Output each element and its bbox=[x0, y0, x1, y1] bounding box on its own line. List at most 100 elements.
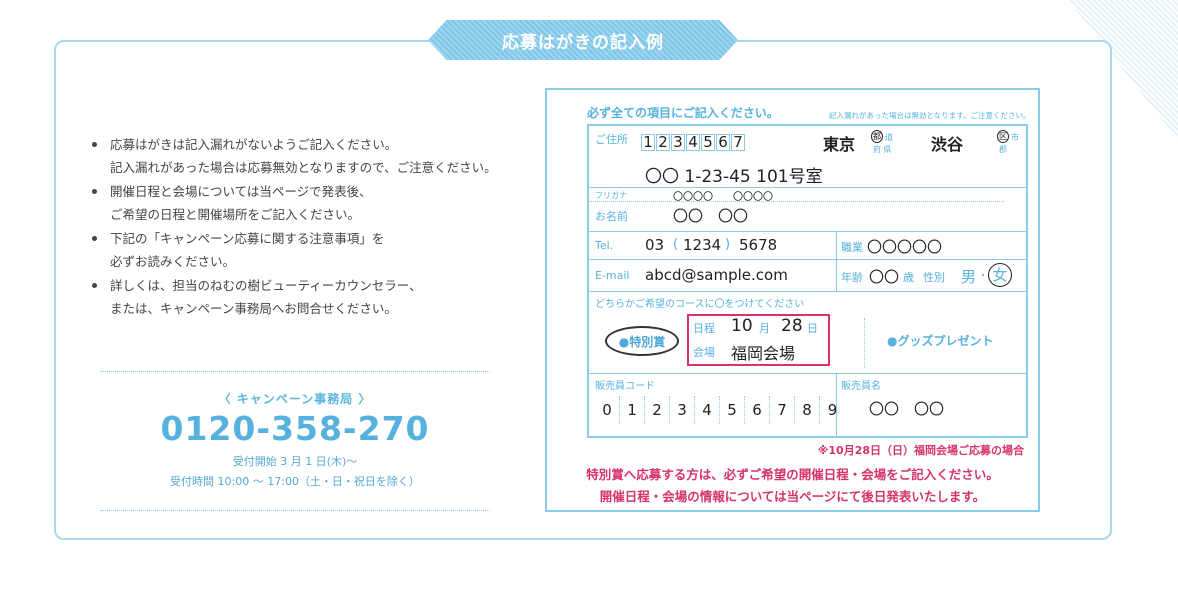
course-label: どちらかご希望のコースに〇をつけてください bbox=[595, 299, 805, 310]
list-item: 下記の「キャンペーン応募に関する注意事項」を 必ずお読みください。 bbox=[92, 227, 532, 273]
address-label: ご住所 bbox=[595, 133, 628, 146]
seller-code-digit: 7 bbox=[770, 396, 795, 424]
tel-label: Tel. bbox=[595, 239, 614, 252]
list-item: 開催日程と会場については当ページで発表後、 ご希望の日程と開催場所をご記入ください… bbox=[92, 180, 532, 226]
phone-number[interactable]: 0120-358-270 bbox=[100, 409, 490, 448]
warning-line: 特別賞へ応募する方は、必ずご希望の開催日程・会場をご記入ください。 bbox=[586, 467, 999, 482]
address-line: 〇〇 1-23-45 101号室 bbox=[645, 167, 823, 187]
prefecture-suffix-selected: 都 bbox=[871, 130, 883, 143]
note-line: 下記の「キャンペーン応募に関する注意事項」を bbox=[110, 231, 385, 246]
event-month: 10 bbox=[731, 316, 753, 336]
tel-part: 03 bbox=[645, 236, 665, 254]
seller-code-digit: 5 bbox=[720, 396, 745, 424]
seller-code-digit: 1 bbox=[620, 396, 645, 424]
postcard-example: 必ず全ての項目にご記入ください。 記入漏れがあった場合は無効となります。ご注意く… bbox=[545, 88, 1040, 512]
name-row: フリガナ 〇〇〇〇 〇〇〇〇 お名前 〇〇 〇〇 bbox=[589, 188, 1026, 232]
tel-divider bbox=[836, 232, 837, 259]
event-detail-box: 日程 10 月 28 日 会場 福岡会場 bbox=[687, 314, 830, 366]
zip-digit: 5 bbox=[701, 134, 715, 151]
job-value: 〇〇〇〇〇 bbox=[867, 238, 943, 256]
seller-code-digit: 8 bbox=[795, 396, 820, 424]
month-unit: 月 bbox=[759, 322, 770, 335]
city-suffix-selected: 区 bbox=[997, 130, 1009, 143]
seller-code-digit: 9 bbox=[827, 401, 838, 419]
seller-code: 0 1 2 3 4 5 6 7 8 9 bbox=[595, 396, 845, 424]
venue-value: 福岡会場 bbox=[731, 344, 796, 363]
seller-code-digit: 6 bbox=[745, 396, 770, 424]
address-row: ご住所 1 2 3 4 5 6 7 東京 都 道 府 県 渋谷 区 市 郡 〇〇… bbox=[589, 126, 1026, 188]
reception-hours: 受付時間 10:00 〜 17:00（土・日・祝日を除く） bbox=[170, 475, 420, 488]
name-value: 〇〇 〇〇 bbox=[673, 207, 749, 225]
office-label: 〈 キャンペーン事務局 〉 bbox=[218, 392, 372, 406]
city-suffix: 郡 bbox=[999, 145, 1007, 154]
note-line: 記入漏れがあった場合は応募無効となりますので、ご注意ください。 bbox=[110, 160, 497, 175]
warning-line: 開催日程・会場の情報については当ページにて後日発表いたします。 bbox=[599, 489, 986, 504]
age-unit: 歳 bbox=[903, 271, 914, 284]
furigana-label: フリガナ bbox=[595, 191, 627, 200]
email-value: abcd@sample.com bbox=[645, 266, 788, 284]
zip-code: 1 2 3 4 5 6 7 bbox=[641, 134, 745, 151]
prefecture-suffix: 府 県 bbox=[873, 145, 892, 154]
fukuoka-note: ※10月28日（日）福岡会場ご応募の場合 bbox=[817, 444, 1024, 457]
gender-female-selected: 女 bbox=[988, 263, 1012, 287]
reception-start: 受付開始 3 月 1 日(木)〜 bbox=[232, 455, 358, 468]
tel-paren: ( bbox=[673, 237, 679, 252]
campaign-office-contact: 〈 キャンペーン事務局 〉 0120-358-270 受付開始 3 月 1 日(… bbox=[100, 371, 490, 511]
course-divider bbox=[864, 318, 865, 368]
note-line: または、キャンペーン事務局へお問合せください。 bbox=[110, 301, 397, 316]
day-unit: 日 bbox=[807, 322, 818, 335]
prefecture: 東京 bbox=[823, 135, 856, 154]
prefecture-suffix: 道 bbox=[885, 133, 893, 142]
email-divider bbox=[836, 260, 837, 291]
age-value: 〇〇 bbox=[869, 268, 900, 286]
city-suffix: 市 bbox=[1011, 133, 1019, 142]
note-line: 応募はがきは記入漏れがないようご記入ください。 bbox=[110, 137, 398, 152]
city: 渋谷 bbox=[931, 135, 964, 154]
event-day: 28 bbox=[781, 316, 803, 336]
section-title: 応募はがきの記入例 bbox=[428, 20, 738, 60]
note-line: 詳しくは、担当のねむの樹ビューティーカウンセラー、 bbox=[110, 278, 422, 293]
tel-row: Tel. 03 ( 1234 ) 5678 職業 〇〇〇〇〇 bbox=[589, 232, 1026, 260]
postcard-form: ご住所 1 2 3 4 5 6 7 東京 都 道 府 県 渋谷 区 市 郡 〇〇… bbox=[587, 124, 1028, 438]
postcard-heading: 必ず全ての項目にご記入ください。 bbox=[587, 106, 779, 120]
seller-code-label: 販売員コード bbox=[595, 381, 655, 392]
instruction-list: 応募はがきは記入漏れがないようご記入ください。記入漏れがあった場合は応募無効とな… bbox=[92, 133, 532, 321]
postcard-heading-note: 記入漏れがあった場合は無効となります。ご注意ください。 bbox=[829, 111, 1031, 120]
gender-label: 性別 bbox=[923, 271, 945, 284]
gender-separator: ・ bbox=[978, 271, 988, 282]
seller-code-digit: 3 bbox=[670, 396, 695, 424]
note-line: 開催日程と会場については当ページで発表後、 bbox=[110, 184, 372, 199]
zip-digit: 1 bbox=[641, 134, 655, 151]
name-label: お名前 bbox=[595, 210, 628, 223]
tel-paren: ) bbox=[725, 237, 731, 252]
gender-male: 男 bbox=[961, 268, 977, 286]
note-line: 必ずお読みください。 bbox=[110, 254, 236, 269]
zip-digit: 3 bbox=[671, 134, 685, 151]
email-label: E-mail bbox=[595, 269, 630, 282]
seller-code-digit: 4 bbox=[695, 396, 720, 424]
venue-label: 会場 bbox=[693, 346, 715, 359]
special-prize-option: ●特別賞 bbox=[605, 326, 679, 356]
zip-digit: 2 bbox=[656, 134, 670, 151]
seller-name-label: 販売員名 bbox=[841, 381, 881, 392]
email-row: E-mail abcd@sample.com 年齢 〇〇 歳 性別 男 ・ 女 bbox=[589, 260, 1026, 292]
list-item: 応募はがきは記入漏れがないようご記入ください。記入漏れがあった場合は応募無効とな… bbox=[92, 133, 532, 179]
seller-code-digit: 0 bbox=[595, 396, 620, 424]
seller-code-digit: 2 bbox=[645, 396, 670, 424]
age-label: 年齢 bbox=[841, 271, 863, 284]
note-line: ご希望の日程と開催場所をご記入ください。 bbox=[110, 207, 361, 222]
seller-divider bbox=[836, 374, 837, 436]
tel-part: 1234 bbox=[683, 236, 722, 254]
zip-digit: 6 bbox=[716, 134, 730, 151]
course-row: どちらかご希望のコースに〇をつけてください ●特別賞 日程 10 月 28 日 … bbox=[589, 292, 1026, 374]
goods-present-option: ●グッズプレゼント bbox=[887, 334, 994, 348]
seller-row: 販売員コード 0 1 2 3 4 5 6 7 8 9 販売員名 〇〇 〇〇 bbox=[589, 374, 1026, 436]
seller-name-value: 〇〇 〇〇 bbox=[869, 400, 945, 418]
furigana-divider bbox=[589, 201, 1004, 202]
zip-digit: 4 bbox=[686, 134, 700, 151]
tel-part: 5678 bbox=[739, 236, 778, 254]
list-item: 詳しくは、担当のねむの樹ビューティーカウンセラー、 または、キャンペーン事務局へお… bbox=[92, 274, 532, 320]
zip-digit: 7 bbox=[731, 134, 745, 151]
date-label: 日程 bbox=[693, 322, 715, 335]
job-label: 職業 bbox=[841, 241, 863, 254]
